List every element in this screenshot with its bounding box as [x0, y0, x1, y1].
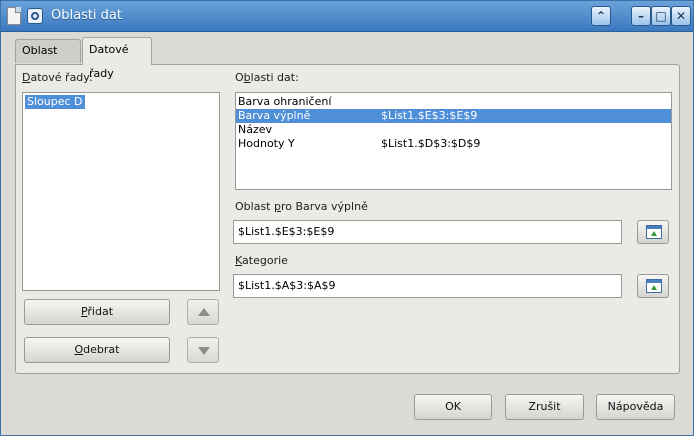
categories-label: Kategorie	[235, 254, 288, 267]
arrow-up-icon	[198, 308, 210, 316]
ok-button[interactable]: OK	[414, 394, 492, 420]
maximize-icon: □	[655, 9, 667, 23]
title-bar[interactable]: Oblasti dat ⌃ – □ ✕	[1, 1, 693, 32]
add-button-text: řidat	[87, 305, 114, 318]
range-row-name: Barva ohraničení	[238, 95, 332, 108]
range-for-field[interactable]: $List1.$E$3:$E$9	[233, 220, 622, 244]
categories-label-mnemonic: K	[235, 254, 243, 267]
shade-button[interactable]: ⌃	[591, 6, 611, 26]
categories-field[interactable]: $List1.$A$3:$A$9	[233, 274, 622, 298]
range-for-label-mnemonic: p	[273, 200, 281, 213]
range-row[interactable]: Barva ohraničení	[236, 95, 671, 109]
range-select-icon	[646, 279, 662, 293]
data-ranges-label-first: O	[235, 71, 244, 84]
data-ranges-label-mnemonic: b	[243, 71, 251, 84]
range-for-label-pre: Oblast	[235, 200, 274, 213]
range-for-label-post: ro Barva výplně	[280, 200, 368, 213]
app-icon[interactable]	[27, 8, 43, 24]
close-button[interactable]: ✕	[671, 6, 691, 26]
range-row-selected[interactable]: Barva výplně $List1.$E$3:$E$9	[236, 109, 671, 123]
categories-label-text: ategorie	[242, 254, 288, 267]
add-series-button[interactable]: Přidat	[24, 299, 170, 325]
close-icon: ✕	[675, 9, 687, 23]
arrow-down-icon	[198, 347, 210, 355]
window-title: Oblasti dat	[51, 8, 122, 23]
range-row[interactable]: Hodnoty Y $List1.$D$3:$D$9	[236, 137, 671, 151]
range-for-label: Oblast pro Barva výplně	[235, 200, 368, 213]
tab-data-range[interactable]: Oblast dat	[15, 39, 81, 79]
data-series-list[interactable]: Sloupec D	[22, 92, 220, 291]
remove-series-button[interactable]: Odebrat	[24, 337, 170, 363]
select-categories-button[interactable]	[637, 274, 669, 298]
document-icon	[7, 7, 21, 25]
dialog-window: Oblasti dat ⌃ – □ ✕ Oblast dat Datové řa…	[0, 0, 694, 436]
cancel-button[interactable]: Zrušit	[505, 394, 584, 420]
help-button[interactable]: Nápověda	[596, 394, 675, 420]
remove-button-mnemonic: O	[74, 343, 84, 356]
data-series-label-text: atové řady:	[30, 71, 93, 84]
range-row[interactable]: Název	[236, 123, 671, 137]
remove-button-text: debrat	[83, 343, 120, 356]
range-row-name: Hodnoty Y	[238, 137, 295, 150]
minimize-button[interactable]: –	[631, 6, 651, 26]
move-up-button[interactable]	[187, 299, 219, 325]
maximize-button[interactable]: □	[651, 6, 671, 26]
data-ranges-list[interactable]: Barva ohraničení Barva výplně $List1.$E$…	[235, 92, 672, 190]
range-select-icon	[646, 225, 662, 239]
range-row-value: $List1.$D$3:$D$9	[381, 137, 481, 150]
range-row-name: Barva výplně	[238, 109, 311, 122]
tab-data-series[interactable]: Datové řady	[82, 37, 152, 80]
minimize-icon: –	[638, 9, 644, 23]
range-row-value: $List1.$E$3:$E$9	[381, 109, 478, 122]
list-item-series[interactable]: Sloupec D	[25, 95, 85, 109]
data-ranges-label: Oblasti dat:	[235, 71, 299, 84]
move-down-button[interactable]	[187, 337, 219, 363]
select-range-button[interactable]	[637, 220, 669, 244]
chevron-up-icon: ⌃	[595, 9, 607, 23]
data-ranges-label-text: lasti dat:	[250, 71, 299, 84]
data-series-label: Datové řady:	[22, 71, 93, 84]
range-row-name: Název	[238, 123, 273, 136]
